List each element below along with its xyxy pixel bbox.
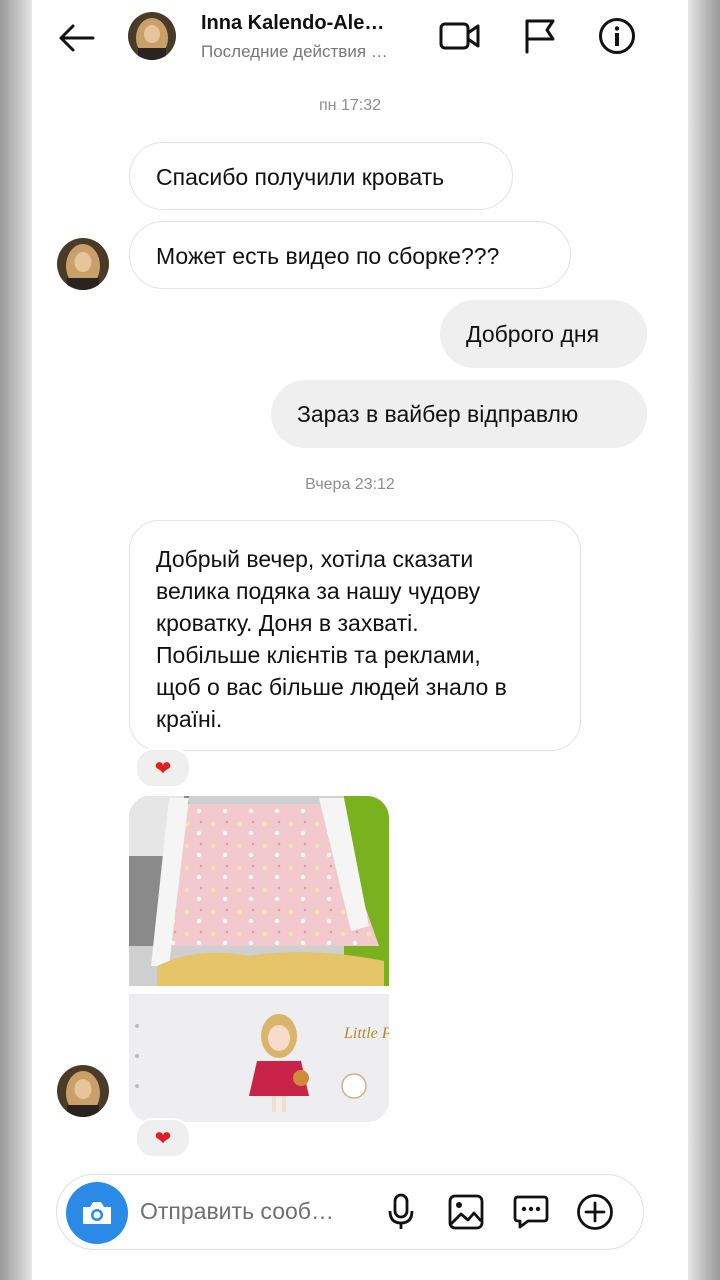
message-line: щоб о вас більше людей знало в xyxy=(156,674,507,700)
message-incoming[interactable]: Может есть видео по сборке??? xyxy=(129,221,571,289)
microphone-icon xyxy=(388,1193,414,1229)
message-line: Побільше клієнтів та реклами, xyxy=(156,642,481,668)
activity-status: Последние действия … xyxy=(201,42,388,61)
sender-avatar[interactable] xyxy=(57,238,109,290)
gallery-icon xyxy=(448,1194,484,1230)
message-line: кроватку. Доня в захваті. xyxy=(156,610,419,636)
back-button[interactable] xyxy=(54,16,98,60)
timestamp-separator: пн 17:32 xyxy=(319,97,381,114)
message-text: Доброго дня xyxy=(466,321,600,347)
voice-message-button[interactable] xyxy=(379,1190,423,1234)
heart-reaction[interactable]: ❤ xyxy=(135,748,191,788)
video-call-button[interactable] xyxy=(438,14,482,58)
message-incoming[interactable]: Добрый вечер, хотіла сказати велика подя… xyxy=(129,520,581,751)
plus-icon xyxy=(577,1194,613,1230)
message-line: Добрый вечер, хотіла сказати xyxy=(156,546,474,572)
camera-icon xyxy=(83,1202,111,1224)
message-line: країні. xyxy=(156,706,223,732)
message-outgoing[interactable]: Доброго дня xyxy=(440,300,647,368)
camera-button[interactable] xyxy=(66,1182,128,1244)
timestamp-separator: Вчера 23:12 xyxy=(305,476,395,493)
chat-screen: Inna Kalendo-Ale… Последние действия … п… xyxy=(32,0,668,1280)
message-text: Спасибо получили кровать xyxy=(156,164,445,190)
heart-icon: ❤ xyxy=(154,1127,172,1150)
video-call-icon xyxy=(439,22,480,50)
back-arrow-icon xyxy=(59,24,95,52)
more-options-button[interactable] xyxy=(573,1190,617,1234)
heart-reaction[interactable]: ❤ xyxy=(135,1118,191,1158)
info-icon xyxy=(599,18,635,54)
photo-message[interactable]: Little Princess xyxy=(129,796,389,1122)
info-button[interactable] xyxy=(595,14,639,58)
contact-avatar[interactable] xyxy=(128,12,176,60)
report-button[interactable] xyxy=(518,14,562,58)
sender-avatar[interactable] xyxy=(57,1065,109,1117)
message-input[interactable]: Отправить сооб… xyxy=(140,1198,360,1225)
heart-icon: ❤ xyxy=(154,757,172,780)
message-outgoing[interactable]: Зараз в вайбер відправлю xyxy=(271,380,647,448)
message-text: Может есть видео по сборке??? xyxy=(156,243,500,269)
contact-name[interactable]: Inna Kalendo-Ale… xyxy=(201,12,421,35)
message-text: Зараз в вайбер відправлю xyxy=(297,401,579,427)
sticker-icon xyxy=(513,1195,549,1229)
flag-icon xyxy=(525,19,555,54)
message-incoming[interactable]: Спасибо получили кровать xyxy=(129,142,513,210)
photo-caption: Little Princess xyxy=(343,1025,389,1042)
message-line: велика подяка за нашу чудову xyxy=(156,578,481,604)
gallery-button[interactable] xyxy=(444,1190,488,1234)
sticker-button[interactable] xyxy=(509,1190,553,1234)
